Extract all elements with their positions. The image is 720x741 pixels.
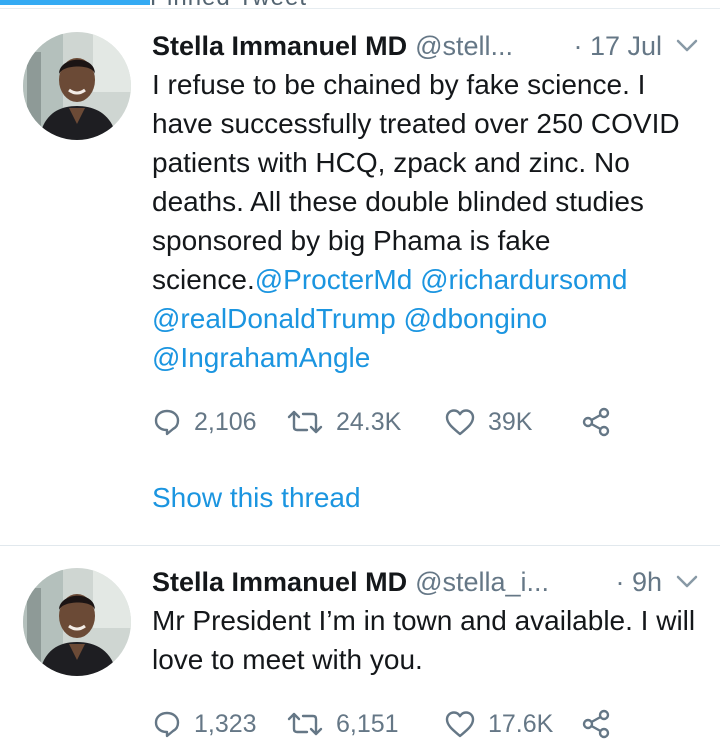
- reply-count: 1,323: [194, 709, 257, 738]
- tweet-text: I refuse to be chained by fake science. …: [152, 65, 712, 377]
- like-button[interactable]: 39K: [444, 407, 580, 437]
- share-icon: [580, 406, 612, 438]
- retweet-button[interactable]: 6,151: [286, 709, 444, 739]
- author-name[interactable]: Stella Immanuel MD: [152, 31, 407, 62]
- chevron-down-icon[interactable]: [674, 33, 700, 59]
- reply-count: 2,106: [194, 407, 257, 436]
- reply-icon: [152, 709, 182, 739]
- like-count: 39K: [488, 407, 533, 436]
- chevron-down-icon[interactable]: [674, 569, 700, 595]
- avatar[interactable]: [23, 568, 131, 676]
- tweet-timestamp[interactable]: · 17 Jul: [573, 31, 662, 62]
- tweet[interactable]: Stella Immanuel MD @stella_i... · 9h Mr …: [0, 547, 720, 741]
- like-button[interactable]: 17.6K: [444, 709, 580, 739]
- share-button[interactable]: [580, 708, 612, 740]
- tab-indicator: [0, 0, 150, 5]
- share-button[interactable]: [580, 406, 612, 438]
- tweet-text-plain: Mr President I’m in town and available. …: [152, 605, 696, 675]
- like-count: 17.6K: [488, 709, 554, 738]
- retweet-icon: [286, 407, 324, 437]
- tweet-header: Stella Immanuel MD @stella_i... · 9h: [152, 564, 700, 600]
- author-name[interactable]: Stella Immanuel MD: [152, 567, 407, 598]
- mention-link[interactable]: @realDonaldTrump: [152, 303, 396, 334]
- tweet-actions: 1,323 6,151 17.6K: [152, 706, 612, 741]
- retweet-count: 6,151: [336, 709, 399, 738]
- tweet-header: Stella Immanuel MD @stell... · 17 Jul: [152, 28, 700, 64]
- mention-link[interactable]: @richardursomd: [420, 264, 627, 295]
- like-icon: [444, 709, 476, 739]
- retweet-button[interactable]: 24.3K: [286, 407, 444, 437]
- timeline: Pinned Tweet Stella Immanuel MD @stell..…: [0, 0, 720, 741]
- tweet[interactable]: Stella Immanuel MD @stell... · 17 Jul I …: [0, 8, 720, 546]
- mention-link[interactable]: @ProcterMd: [255, 264, 413, 295]
- tweet-timestamp[interactable]: · 9h: [615, 567, 662, 598]
- avatar[interactable]: [23, 32, 131, 140]
- reply-icon: [152, 407, 182, 437]
- retweet-icon: [286, 709, 324, 739]
- retweet-count: 24.3K: [336, 407, 402, 436]
- reply-button[interactable]: 2,106: [152, 407, 286, 437]
- tweet-text: Mr President I’m in town and available. …: [152, 601, 712, 679]
- mention-link[interactable]: @IngrahamAngle: [152, 342, 370, 373]
- tweet-text-plain: I refuse to be chained by fake science. …: [152, 69, 680, 295]
- author-handle[interactable]: @stella_i...: [415, 567, 549, 598]
- mention-link[interactable]: @dbongino: [403, 303, 547, 334]
- author-handle[interactable]: @stell...: [415, 31, 513, 62]
- tweet-actions: 2,106 24.3K 39K: [152, 404, 612, 440]
- reply-button[interactable]: 1,323: [152, 709, 286, 739]
- share-icon: [580, 708, 612, 740]
- show-thread-link[interactable]: Show this thread: [152, 482, 361, 514]
- like-icon: [444, 407, 476, 437]
